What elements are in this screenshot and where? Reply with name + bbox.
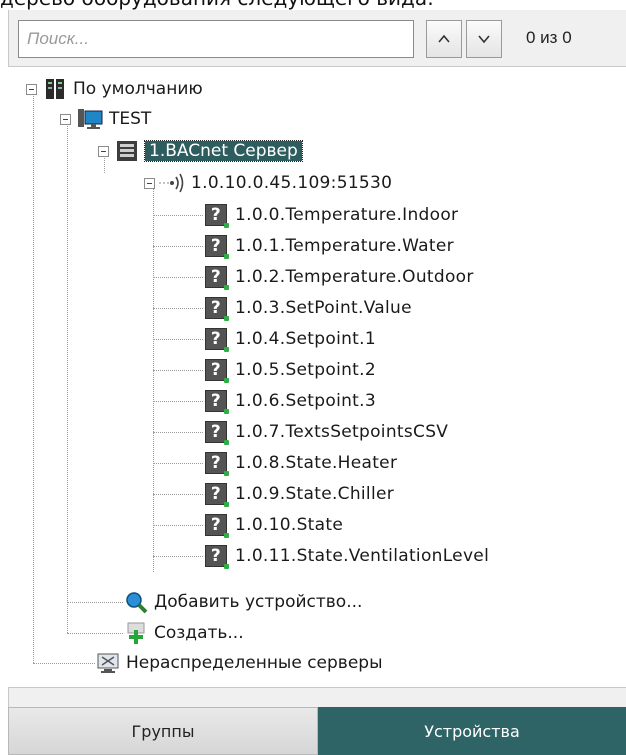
unknown-point-icon: ? [205,266,229,290]
tree-label-point: 1.0.1.Temperature.Water [235,236,454,256]
tree-node-point[interactable]: ? 1.0.7.TextsSetpointsCSV [205,418,448,446]
tree-node-point[interactable]: ? 1.0.9.State.Chiller [205,480,394,508]
tree-node-point[interactable]: ? 1.0.8.State.Heater [205,449,397,477]
search-input[interactable] [25,21,409,57]
tree-label-point: 1.0.9.State.Chiller [235,484,395,504]
tree-node-point[interactable]: ? 1.0.6.Setpoint.3 [205,387,376,415]
prev-result-button[interactable] [426,20,462,58]
page-caption: дерево оборудования следующего вида: [0,0,626,10]
tree-label-point: 1.0.6.Setpoint.3 [235,391,376,411]
unknown-point-icon: ? [205,328,229,352]
tree-node-point[interactable]: ? 1.0.11.State.VentilationLevel [205,542,489,570]
next-result-button[interactable] [466,20,502,58]
unknown-point-icon: ? [205,390,229,414]
unknown-point-icon: ? [205,421,229,445]
tree-node-point[interactable]: ? 1.0.2.Temperature.Outdoor [205,263,474,291]
tree-label-point: 1.0.8.State.Heater [235,453,398,473]
tab-devices[interactable]: Устройства [318,707,626,755]
network-signal-icon [159,173,184,193]
tree-node-server[interactable]: TEST [60,105,151,133]
tree-node-point[interactable]: ? 1.0.10.State [205,511,343,539]
tree-label-point: 1.0.2.Temperature.Outdoor [235,267,474,287]
tree-label-point: 1.0.4.Setpoint.1 [235,329,376,349]
unknown-point-icon: ? [205,204,229,228]
tree-label-create: Создать... [154,623,244,643]
tree-node-address[interactable]: 1.0.10.0.45.109:51530 [144,169,392,197]
computer-monitor-icon [78,109,103,129]
controller-device-icon [117,141,137,161]
search-result-counter: 0 из 0 [526,28,572,47]
tree-node-point[interactable]: ? 1.0.0.Temperature.Indoor [205,201,458,229]
magnifier-icon [126,592,148,614]
collapse-toggle-icon[interactable] [98,145,109,157]
tree-node-point[interactable]: ? 1.0.4.Setpoint.1 [205,325,376,353]
collapse-toggle-icon[interactable] [144,177,155,189]
tree-node-point[interactable]: ? 1.0.1.Temperature.Water [205,232,454,260]
tree-node-bacnet-device[interactable]: 1.BACnet Сервер [98,137,303,165]
tree-label-root: По умолчанию [73,79,203,99]
tree-label-address: 1.0.10.0.45.109:51530 [191,173,393,193]
unknown-point-icon: ? [205,359,229,383]
device-tree[interactable]: По умолчанию TEST 1.BACnet Сервер 1.0.10… [8,66,626,688]
tree-label-bacnet-device: 1.BACnet Сервер [144,140,303,162]
tree-node-create[interactable]: Создать... [124,619,244,647]
search-field[interactable] [18,20,414,58]
tree-node-point[interactable]: ? 1.0.5.Setpoint.2 [205,356,376,384]
tree-label-point: 1.0.0.Temperature.Indoor [235,205,459,225]
tree-label-point: 1.0.7.TextsSetpointsCSV [235,422,449,442]
tree-label-point: 1.0.10.State [235,515,344,535]
chevron-down-icon [478,35,490,44]
tree-label-point: 1.0.5.Setpoint.2 [235,360,376,380]
server-rack-icon [46,79,64,99]
bottom-tabs: Группы Устройства [8,707,626,755]
tree-node-root[interactable]: По умолчанию [26,75,203,103]
tree-label-add-device: Добавить устройство... [154,592,363,612]
tree-label-unassigned-servers: Нераспределенные серверы [126,653,383,673]
collapse-toggle-icon[interactable] [60,113,71,125]
collapse-toggle-icon[interactable] [26,83,37,95]
tree-label-point: 1.0.11.State.VentilationLevel [235,546,490,566]
unknown-point-icon: ? [205,235,229,259]
monitor-crossed-icon [97,653,119,673]
chevron-up-icon [438,34,450,43]
unknown-point-icon: ? [205,452,229,476]
tree-node-add-device[interactable]: Добавить устройство... [124,588,362,616]
tree-label-server: TEST [109,109,152,129]
add-green-plus-icon [127,622,145,644]
unknown-point-icon: ? [205,514,229,538]
tree-label-point: 1.0.3.SetPoint.Value [235,298,412,318]
unknown-point-icon: ? [205,483,229,507]
tab-groups[interactable]: Группы [8,707,318,755]
tree-node-unassigned-servers[interactable]: Нераспределенные серверы [96,649,383,677]
unknown-point-icon: ? [205,297,229,321]
tree-node-point[interactable]: ? 1.0.3.SetPoint.Value [205,294,412,322]
unknown-point-icon: ? [205,545,229,569]
